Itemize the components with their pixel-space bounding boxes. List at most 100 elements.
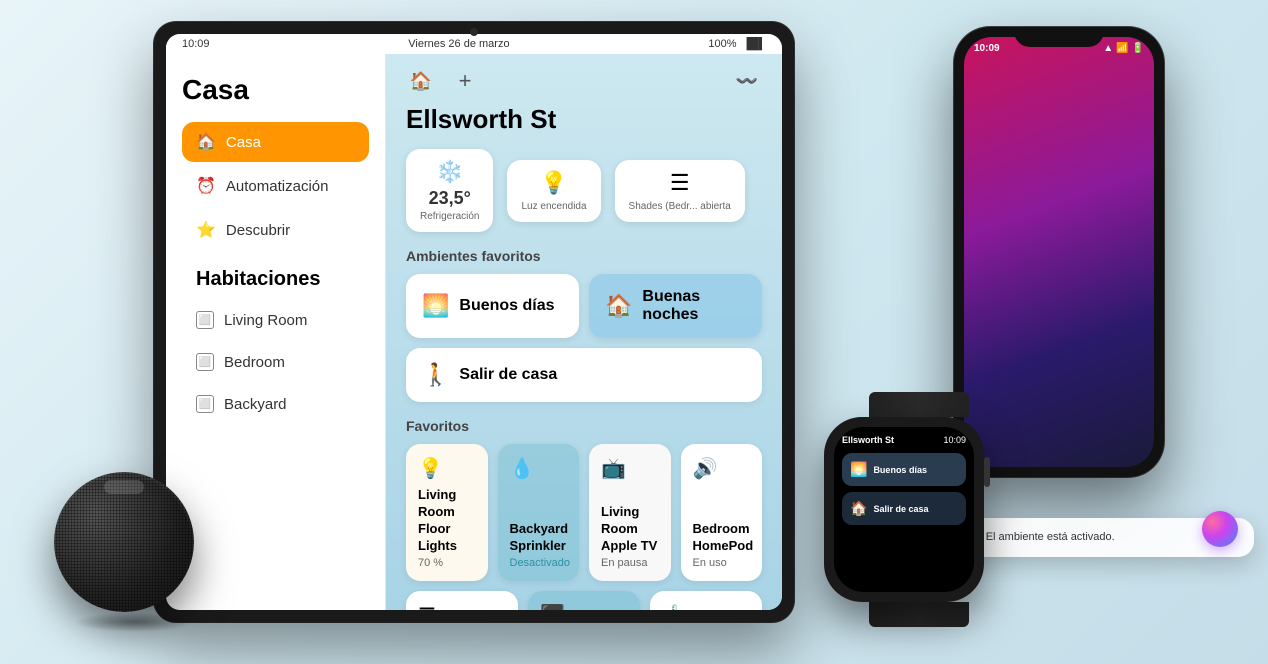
sidebar-item-automatizacion[interactable]: ⏰ Automatización: [182, 166, 369, 206]
ipad-screen: 10:09 Viernes 26 de marzo 100% ▐█▌ Casa …: [166, 34, 782, 610]
battery-icon: 🔋: [1132, 43, 1144, 54]
shades-label: Shades (Bedr... abierta: [629, 201, 731, 212]
watch-buenos-dias[interactable]: 🌅 Buenos días: [842, 453, 966, 486]
appletv-icon: 📺: [601, 456, 659, 481]
ipad-camera: [470, 28, 478, 36]
main-title: Ellsworth St: [386, 104, 782, 149]
ipad-status-bar: 10:09 Viernes 26 de marzo 100% ▐█▌: [166, 34, 782, 54]
temp-value: 23,5°: [429, 188, 471, 209]
sidebar-item-descubrir[interactable]: ⭐ Descubrir: [182, 210, 369, 250]
sidebar-title: Casa: [182, 74, 369, 106]
shades-fav-icon: ☰: [418, 603, 506, 610]
watch-band-top: [869, 392, 969, 417]
scenes-grid: 🌅 Buenos días 🏠 Buenas noches 🚶 Salir de…: [386, 274, 782, 412]
casa-icon: 🏠: [196, 132, 216, 152]
snow-icon: ❄️: [436, 159, 463, 185]
scene-salir[interactable]: 🚶 Salir de casa: [406, 348, 762, 402]
siri-orb: [1202, 511, 1238, 547]
toolbar-left: 🏠 +: [406, 66, 480, 96]
watch-band-bottom: [869, 602, 969, 627]
fav-kitchen-switch[interactable]: ⬛ Kitchen Switch Desactivado: [528, 591, 640, 610]
scene-buenos-dias[interactable]: 🌅 Buenos días: [406, 274, 579, 338]
wifi-icon: 📶: [1116, 43, 1128, 54]
shades-chip[interactable]: ☰ Shades (Bedr... abierta: [615, 160, 745, 222]
favorites-grid-row1: 💡 Living Room Floor Lights 70 % 💧 Backya…: [386, 444, 782, 591]
watch-salir-icon: 🏠: [850, 500, 867, 517]
homepod-shadow: [74, 612, 194, 632]
watch-header: Ellsworth St 10:09: [842, 435, 966, 445]
scene-buenas-noches[interactable]: 🏠 Buenas noches: [589, 274, 762, 338]
lights-name: Living Room Floor Lights: [418, 487, 476, 555]
watch-time: 10:09: [943, 435, 966, 445]
appletv-status: En pausa: [601, 557, 659, 569]
apple-watch: Ellsworth St 10:09 🌅 Buenos días 🏠 Salir…: [824, 392, 1014, 622]
thermostat-icon: 🌡️: [662, 603, 750, 610]
temp-chip[interactable]: ❄️ 23,5° Refrigeración: [406, 149, 493, 232]
ipad-frame: 10:09 Viernes 26 de marzo 100% ▐█▌ Casa …: [154, 22, 794, 622]
home-icon[interactable]: 🏠: [406, 66, 436, 96]
homepod-fav-name: Bedroom HomePod: [693, 521, 751, 555]
fav-bedroom-shades[interactable]: ☰ Bedroom Shades Abrir: [406, 591, 518, 610]
homepod-mini: [54, 472, 214, 632]
homepod-top: [104, 480, 144, 494]
fav-backyard-sprinkler[interactable]: 💧 Backyard Sprinkler Desactivado: [498, 444, 580, 581]
light-chip[interactable]: 💡 Luz encendida: [507, 160, 600, 222]
watch-buenos-dias-icon: 🌅: [850, 461, 867, 478]
fav-entrance-thermostat[interactable]: 🌡️ Entrance Thermostat... Refrig. a 22,0…: [650, 591, 762, 610]
iphone-time: 10:09: [974, 43, 1000, 54]
scenes-section-label: Ambientes favoritos: [386, 248, 782, 274]
light-label: Luz encendida: [521, 201, 586, 212]
watch-salir-label: Salir de casa: [873, 504, 928, 514]
rooms-section-title: Habitaciones: [196, 268, 369, 291]
favorites-grid-row2: ☰ Bedroom Shades Abrir ⬛ Kitchen Switch: [386, 591, 782, 610]
add-button[interactable]: +: [450, 66, 480, 96]
lights-icon: 💡: [418, 456, 476, 481]
bulb-icon: 💡: [540, 170, 567, 196]
sprinkler-status: Desactivado: [510, 557, 568, 569]
sidebar-item-living-room[interactable]: ⬜ Living Room: [182, 301, 369, 339]
ipad-time: 10:09: [182, 38, 210, 50]
sidebar-descubrir-label: Descubrir: [226, 222, 290, 239]
sidebar-automatizacion-label: Automatización: [226, 178, 329, 195]
switch-icon: ⬛: [540, 603, 628, 610]
signal-icon: ▲: [1103, 43, 1113, 54]
sidebar-casa-label: Casa: [226, 134, 261, 151]
homepod-body: [54, 472, 194, 612]
room-icon-living: ⬜: [196, 311, 214, 329]
room-backyard-label: Backyard: [224, 396, 287, 413]
homepod-fav-icon: 🔊: [693, 456, 751, 481]
homepod-fav-status: En uso: [693, 557, 751, 569]
descubrir-icon: ⭐: [196, 220, 216, 240]
watch-crown: [984, 457, 990, 487]
room-icon-bedroom: ⬜: [196, 353, 214, 371]
buenas-noches-icon: 🏠: [605, 293, 632, 319]
favorites-section-label: Favoritos: [386, 412, 782, 444]
sidebar-item-backyard[interactable]: ⬜ Backyard: [182, 385, 369, 423]
fav-living-room-lights[interactable]: 💡 Living Room Floor Lights 70 %: [406, 444, 488, 581]
fav-apple-tv[interactable]: 📺 Living Room Apple TV En pausa: [589, 444, 671, 581]
status-strip: ❄️ 23,5° Refrigeración 💡 Luz encendida ☰…: [386, 149, 782, 248]
room-bedroom-label: Bedroom: [224, 354, 285, 371]
appletv-name: Living Room Apple TV: [601, 504, 659, 555]
sidebar-item-casa[interactable]: 🏠 Casa: [182, 122, 369, 162]
room-icon-backyard: ⬜: [196, 395, 214, 413]
watch-screen: Ellsworth St 10:09 🌅 Buenos días 🏠 Salir…: [834, 427, 974, 592]
lights-status: 70 %: [418, 557, 476, 569]
scene-container: 10:09 Viernes 26 de marzo 100% ▐█▌ Casa …: [34, 12, 1234, 652]
buenos-dias-icon: 🌅: [422, 293, 449, 319]
automatizacion-icon: ⏰: [196, 176, 216, 196]
room-living-label: Living Room: [224, 312, 307, 329]
sprinkler-name: Backyard Sprinkler: [510, 521, 568, 555]
salir-label: Salir de casa: [459, 366, 557, 384]
watch-title: Ellsworth St: [842, 435, 894, 445]
sprinkler-icon: 💧: [510, 456, 568, 481]
iphone-status-bar: 10:09 ▲ 📶 🔋: [974, 43, 1144, 54]
salir-icon: 🚶: [422, 362, 449, 388]
buenas-noches-label: Buenas noches: [642, 288, 746, 324]
siri-waveform-icon[interactable]: 〰️: [732, 66, 762, 96]
watch-salir-casa[interactable]: 🏠 Salir de casa: [842, 492, 966, 525]
main-toolbar: 🏠 + 〰️: [386, 54, 782, 104]
sidebar-item-bedroom[interactable]: ⬜ Bedroom: [182, 343, 369, 381]
fav-bedroom-homepod[interactable]: 🔊 Bedroom HomePod En uso: [681, 444, 763, 581]
shades-icon: ☰: [670, 170, 690, 196]
